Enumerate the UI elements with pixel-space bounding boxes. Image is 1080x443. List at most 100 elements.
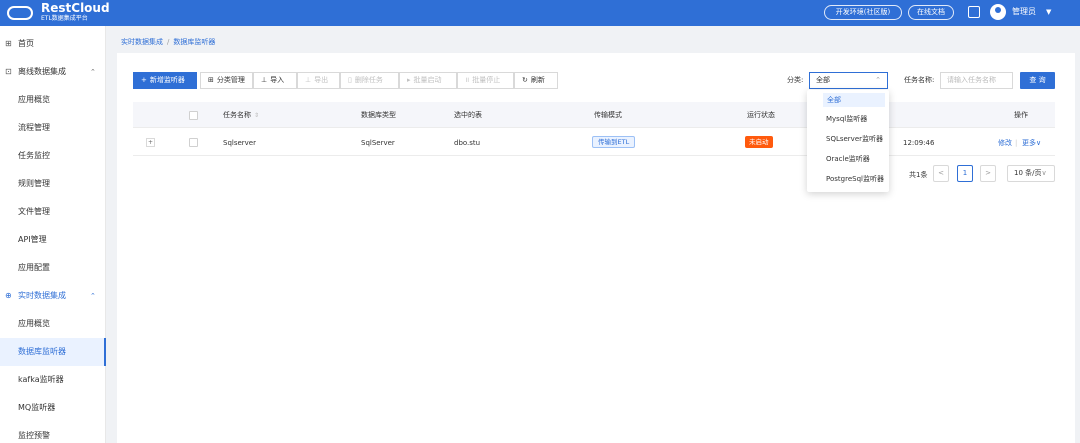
sidebar-item-kafka[interactable]: kafka监听器 [0,366,106,394]
pagination-total: 共1条 [909,171,928,179]
sidebar-item-label: 首页 [18,39,34,48]
page-1-button[interactable]: 1 [957,165,973,182]
sidebar-item-rt-overview[interactable]: 应用概览 [0,310,106,338]
sidebar-item-api[interactable]: API管理 [0,226,106,254]
refresh-icon: ↻ [522,76,528,84]
chevron-up-icon: ⌃ [875,76,881,84]
user-name[interactable]: 管理员 [1012,6,1036,18]
column-header-db-type: 数据库类型 [361,111,396,119]
chevron-up-icon: ⌃ [90,68,96,76]
upload-icon: ⊥ [261,76,268,84]
category-select-value: 全部 [816,76,830,84]
sidebar-item-label: 数据库监听器 [18,347,66,356]
trash-icon: ▯ [348,76,352,84]
grid-icon: ⊞ [208,76,214,84]
column-header-name[interactable]: 任务名称 ⇕ [223,110,259,121]
task-name-input[interactable]: 请输入任务名称 [940,72,1013,89]
cloud-logo-icon [7,6,33,20]
sidebar-item-label: 监控预警 [18,431,50,440]
top-header: RestCloud ETL数据集成平台 开发环境(社区版) 在线文档 管理员 ▼ [0,0,1080,26]
table-row[interactable]: + Sqlserver SqlServer dbo.stu 传输到ETL 未启动… [133,129,1055,156]
sidebar-item-alerts[interactable]: 监控预警 [0,422,106,443]
sort-icon[interactable]: ⇕ [254,112,259,119]
row-checkbox[interactable] [189,138,198,147]
breadcrumb-parent[interactable]: 实时数据集成 [121,38,163,46]
dropdown-option-sqlserver[interactable]: SQLserver监听器 [826,132,883,146]
sidebar-item-label: 离线数据集成 [18,67,66,76]
batch-start-button[interactable]: ▸ 批量启动 [399,72,457,89]
download-icon: ⊥ [305,76,312,84]
status-badge: 未启动 [745,136,773,148]
dropdown-option-postgresql[interactable]: PostgreSql监听器 [826,172,884,186]
sidebar-item-mq[interactable]: MQ监听器 [0,394,106,422]
sidebar-group-offline[interactable]: ⊡ 离线数据集成 ⌃ [0,58,106,86]
column-header-tables: 选中的表 [454,111,482,119]
batch-stop-button[interactable]: ॥ 批量停止 [457,72,514,89]
brand-subtitle: ETL数据集成平台 [41,15,88,22]
chevron-down-icon: ∨ [1041,169,1047,177]
sidebar-item-label: 应用概览 [18,319,50,328]
sidebar-item-label: 实时数据集成 [18,291,66,300]
category-manage-button[interactable]: ⊞ 分类管理 [200,72,253,89]
transfer-mode-tag: 传输到ETL [592,136,636,148]
sidebar-item-app-config[interactable]: 应用配置 [0,254,106,282]
box-icon: ⊡ [5,67,12,76]
caret-down-icon[interactable]: ▼ [1046,6,1051,18]
docs-button[interactable]: 在线文档 [908,5,954,20]
sidebar-item-label: MQ监听器 [18,403,56,412]
sidebar-item-label: 应用概览 [18,95,50,104]
sidebar-item-app-overview[interactable]: 应用概览 [0,86,106,114]
export-button[interactable]: ⊥ 导出 [297,72,340,89]
sidebar-item-rules[interactable]: 规则管理 [0,170,106,198]
dropdown-option-all[interactable]: 全部 [823,93,885,107]
refresh-button[interactable]: ↻ 刷新 [514,72,558,89]
breadcrumb-current: 数据库监听器 [173,38,216,46]
expand-row-icon[interactable]: + [146,138,155,147]
pause-icon: ॥ [465,76,470,84]
sidebar-item-home[interactable]: ⊞ 首页 [0,30,106,58]
table-header: 任务名称 ⇕ 数据库类型 选中的表 传输模式 运行状态 操作 [133,102,1055,128]
sidebar-item-label: kafka监听器 [18,375,64,384]
query-button[interactable]: 查 询 [1020,72,1055,89]
sidebar-item-label: API管理 [18,235,47,244]
ops-divider: | [1015,139,1018,147]
grid-icon: ⊞ [5,39,12,48]
avatar[interactable] [990,4,1006,20]
play-icon: ▸ [407,76,411,84]
dropdown-option-oracle[interactable]: Oracle监听器 [826,152,870,166]
sidebar: ⊞ 首页 ⊡ 离线数据集成 ⌃ 应用概览 流程管理 任务监控 规则管理 文件管理… [0,26,106,443]
brand-name: RestCloud [41,1,110,15]
more-link[interactable]: 更多∨ [1022,138,1041,148]
prev-page-button[interactable]: < [933,165,949,182]
realtime-icon: ⊕ [5,291,12,300]
time-cell: 12:09:46 [903,139,935,147]
select-all-checkbox[interactable] [189,111,198,120]
column-header-status: 运行状态 [747,111,775,119]
breadcrumb: 实时数据集成 / 数据库监听器 [121,37,215,47]
fullscreen-icon[interactable] [968,6,980,18]
column-header-ops: 操作 [1014,111,1028,119]
add-listener-button[interactable]: + 新增监听器 [133,72,197,89]
delete-task-button[interactable]: ▯ 删除任务 [340,72,399,89]
column-header-mode: 传输模式 [594,111,622,119]
sidebar-group-realtime[interactable]: ⊕ 实时数据集成 ⌃ [0,282,106,310]
next-page-button[interactable]: > [980,165,996,182]
sidebar-item-label: 任务监控 [18,151,50,160]
dropdown-option-mysql[interactable]: Mysql监听器 [826,112,867,126]
tables-cell: dbo.stu [454,139,481,147]
category-select[interactable]: 全部 ⌃ [809,72,888,89]
sidebar-item-label: 文件管理 [18,207,50,216]
sidebar-item-files[interactable]: 文件管理 [0,198,106,226]
edit-link[interactable]: 修改 [998,138,1012,148]
sidebar-item-flow[interactable]: 流程管理 [0,114,106,142]
logo[interactable]: RestCloud ETL数据集成平台 [5,2,123,24]
sidebar-item-label: 规则管理 [18,179,50,188]
sidebar-item-task-monitor[interactable]: 任务监控 [0,142,106,170]
sidebar-item-db-listener[interactable]: 数据库监听器 [0,338,106,366]
sidebar-item-label: 应用配置 [18,263,50,272]
page-size-select[interactable]: 10 条/页∨ [1007,165,1055,182]
import-button[interactable]: ⊥ 导入 [253,72,297,89]
env-button[interactable]: 开发环境(社区版) [824,5,902,20]
category-label: 分类: [787,76,804,84]
sidebar-item-label: 流程管理 [18,123,50,132]
